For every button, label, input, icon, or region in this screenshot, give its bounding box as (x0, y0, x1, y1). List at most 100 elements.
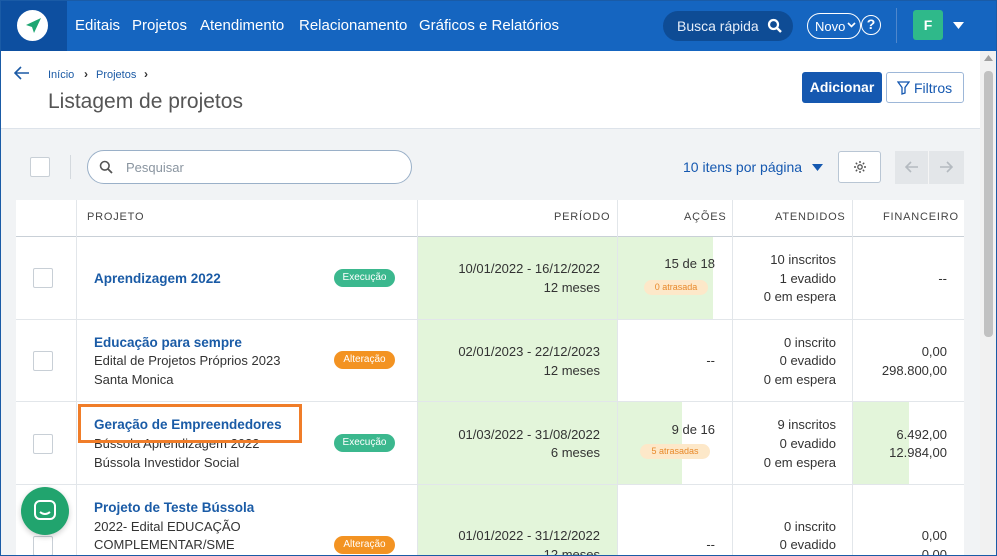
search-input[interactable] (126, 157, 396, 177)
nav-divider (896, 8, 897, 43)
previous-page-button[interactable] (895, 151, 929, 184)
financial-executed: 0,00 (921, 528, 947, 543)
nav-projetos[interactable]: Projetos (132, 17, 187, 34)
project-title-link[interactable]: Projeto de Teste Bússola (94, 500, 254, 515)
status-badge: Execução (334, 269, 395, 287)
financial-executed: 6.492,00 (896, 427, 947, 442)
attended-enrolled: 9 inscritos (777, 417, 836, 432)
chevron-down-icon (847, 22, 856, 28)
breadcrumb-projects[interactable]: Projetos (96, 69, 136, 81)
late-actions-badge: 5 atrasadas (640, 444, 710, 459)
actions-progress-fill (618, 237, 713, 319)
row-divider (16, 319, 964, 320)
project-title-link[interactable]: Aprendizagem 2022 (94, 271, 221, 286)
period-duration: 12 meses (543, 547, 600, 556)
attended-dropped: 0 evadido (779, 537, 836, 552)
highlight-box (78, 404, 302, 443)
scrollbar-thumb[interactable] (984, 71, 993, 337)
column-divider (417, 200, 418, 556)
back-arrow-icon[interactable] (14, 66, 30, 80)
column-divider (852, 200, 853, 556)
nav-relacionamento[interactable]: Relacionamento (299, 17, 407, 34)
project-edital: 2022- Edital EDUCAÇÃO (94, 519, 241, 534)
actions-count[interactable]: 9 de 16 (672, 422, 715, 437)
header-divider (16, 236, 964, 237)
items-per-page-select[interactable]: 10 itens por página (683, 159, 802, 175)
actions-progress-fill (618, 402, 682, 484)
compass-logo-icon (15, 8, 50, 43)
project-organization: Santa Monica (94, 372, 174, 387)
toolbar-divider (70, 155, 71, 179)
quick-search-button[interactable]: Busca rápida (663, 11, 793, 41)
row-checkbox[interactable] (33, 536, 53, 556)
financial-budget: 298.800,00 (881, 363, 947, 378)
chat-support-button[interactable] (21, 487, 69, 535)
nav-editais[interactable]: Editais (75, 17, 120, 34)
period-duration: 6 meses (550, 445, 600, 460)
select-all-checkbox[interactable] (30, 157, 50, 177)
project-organization: Bússola Investidor Social (94, 455, 240, 470)
next-page-button[interactable] (929, 151, 964, 184)
period-dates: 02/01/2023 - 22/12/2023 (458, 344, 600, 359)
attended-enrolled: 10 inscritos (770, 252, 836, 267)
column-header-actions[interactable]: AÇÕES (684, 211, 727, 223)
help-icon[interactable]: ? (861, 15, 881, 35)
column-divider (76, 200, 77, 556)
search-field[interactable] (87, 150, 412, 184)
filter-button[interactable]: Filtros (886, 72, 964, 103)
attended-enrolled: 0 inscrito (783, 335, 836, 350)
nav-atendimento[interactable]: Atendimento (200, 17, 284, 34)
period-dates: 01/03/2022 - 31/08/2022 (458, 427, 600, 442)
column-divider (732, 200, 733, 556)
page-title: Listagem de projetos (48, 90, 243, 113)
breadcrumb-separator: › (144, 67, 148, 81)
column-header-period[interactable]: PERÍODO (554, 211, 610, 223)
row-checkbox[interactable] (33, 351, 53, 371)
attended-dropped: 1 evadido (779, 271, 836, 286)
row-checkbox[interactable] (33, 434, 53, 454)
page-header: Início › Projetos › Listagem de projetos… (0, 51, 980, 129)
actions-count[interactable]: 15 de 18 (664, 256, 715, 271)
status-badge: Alteração (334, 351, 395, 369)
vertical-scrollbar[interactable] (980, 51, 997, 556)
column-header-financial[interactable]: FINANCEIRO (883, 211, 959, 223)
top-navbar: Editais Projetos Atendimento Relacioname… (0, 0, 997, 51)
late-actions-badge: 0 atrasada (644, 280, 708, 295)
status-badge: Alteração (334, 536, 395, 554)
breadcrumb-separator: › (84, 67, 88, 81)
attended-dropped: 0 evadido (779, 353, 836, 368)
project-title-link[interactable]: Educação para sempre (94, 335, 242, 350)
scroll-up-icon[interactable] (984, 55, 993, 61)
row-divider (16, 484, 964, 485)
nav-graficos-relatorios[interactable]: Gráficos e Relatórios (419, 17, 559, 34)
search-icon (99, 160, 113, 174)
quick-search-label: Busca rápida (677, 18, 759, 34)
column-header-project[interactable]: PROJETO (87, 211, 144, 223)
attended-waiting: 0 em espera (763, 372, 836, 387)
add-button[interactable]: Adicionar (802, 72, 882, 103)
row-checkbox[interactable] (33, 268, 53, 288)
table-settings-button[interactable] (838, 151, 881, 183)
filter-icon (897, 81, 910, 95)
logo[interactable] (0, 0, 67, 51)
financial-executed: 0,00 (921, 344, 947, 359)
status-badge: Execução (334, 434, 395, 452)
column-header-attended[interactable]: ATENDIDOS (775, 211, 846, 223)
breadcrumb-home[interactable]: Início (48, 69, 74, 81)
financial-progress-fill (853, 402, 909, 484)
avatar[interactable]: F (913, 10, 943, 40)
project-edital: Edital de Projetos Próprios 2023 (94, 353, 281, 368)
attended-waiting: 0 em espera (763, 455, 836, 470)
search-icon (767, 18, 782, 33)
caret-down-icon[interactable] (812, 164, 823, 171)
actions-count[interactable]: -- (706, 353, 715, 368)
actions-count[interactable]: -- (706, 537, 715, 552)
project-organization: COMPLEMENTAR/SME (94, 537, 235, 552)
attended-enrolled: 0 inscrito (783, 519, 836, 534)
caret-down-icon[interactable] (953, 22, 964, 29)
period-duration: 12 meses (543, 280, 600, 295)
chat-icon (34, 500, 56, 520)
new-button[interactable]: Novo (807, 13, 861, 39)
financial-budget: 0,00 (921, 547, 947, 556)
new-button-label: Novo (815, 19, 846, 34)
